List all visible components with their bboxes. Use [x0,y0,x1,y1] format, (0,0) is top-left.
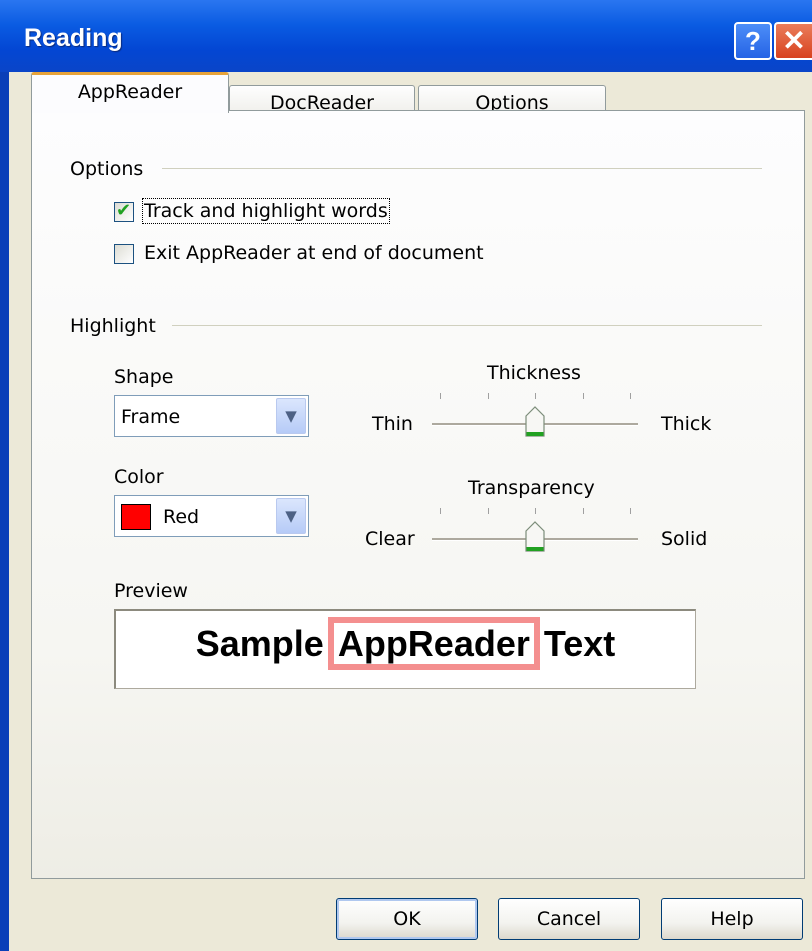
preview-label: Preview [114,580,188,602]
cancel-button[interactable]: Cancel [498,898,640,940]
exit-at-end-checkbox[interactable] [114,244,134,264]
shape-label: Shape [114,366,174,388]
track-highlight-checkbox[interactable]: ✔ [114,200,134,222]
slider-tick [630,508,631,514]
slider-tick [535,393,536,399]
help-button[interactable]: Help [661,898,803,940]
color-value: Red [163,506,200,528]
reading-dialog: Reading ? ✕ AppReader DocReader Options … [0,0,812,951]
preview-sample-text: Sample AppReader Text [116,617,695,670]
dialog-client-area: AppReader DocReader Options Options ✔ Tr… [9,72,812,951]
transparency-min-label: Clear [365,528,415,550]
transparency-slider[interactable] [432,504,642,564]
tab-appreader[interactable]: AppReader [31,72,229,113]
slider-tick [487,393,489,399]
slider-tick [582,393,584,399]
slider-tick [535,508,536,514]
slider-tick [440,508,441,514]
options-group-divider [162,168,762,169]
color-swatch [121,504,151,530]
appreader-tab-panel: Options ✔ Track and highlight words Exit… [31,110,805,879]
title-close-button[interactable]: ✕ [774,22,812,60]
thickness-label: Thickness [487,362,581,384]
question-mark-icon: ? [745,26,761,56]
preview-text-after: Text [543,623,616,664]
checkmark-icon: ✔ [116,200,132,221]
exit-at-end-label[interactable]: Exit AppReader at end of document [144,242,484,264]
preview-box: Sample AppReader Text [114,609,696,689]
transparency-label: Transparency [468,477,595,499]
thickness-max-label: Thick [661,413,712,435]
highlight-group-divider [172,325,762,326]
chevron-down-icon[interactable]: ▼ [276,498,306,534]
slider-tick [487,508,489,514]
shape-dropdown[interactable]: Frame ▼ [114,395,309,437]
color-dropdown[interactable]: Red ▼ [114,495,309,537]
options-group-label: Options [70,158,144,180]
shape-value: Frame [121,406,181,428]
transparency-max-label: Solid [661,528,708,550]
thickness-slider[interactable] [432,389,642,449]
close-icon: ✕ [782,25,806,56]
track-highlight-label[interactable]: Track and highlight words [142,198,390,224]
window-title: Reading [24,24,123,52]
title-bar[interactable]: Reading ? ✕ [0,0,812,72]
color-label: Color [114,466,164,488]
highlight-group-label: Highlight [70,315,156,337]
preview-highlighted-word: AppReader [327,617,540,670]
slider-tick [582,508,584,514]
slider-thumb[interactable] [524,406,546,438]
ok-button[interactable]: OK [336,898,478,940]
slider-tick [630,393,631,399]
slider-tick [440,393,441,399]
preview-text-before: Sample [195,623,324,664]
chevron-down-icon[interactable]: ▼ [276,398,306,434]
thickness-min-label: Thin [372,413,413,435]
slider-thumb[interactable] [524,521,546,553]
title-help-button[interactable]: ? [734,22,772,60]
